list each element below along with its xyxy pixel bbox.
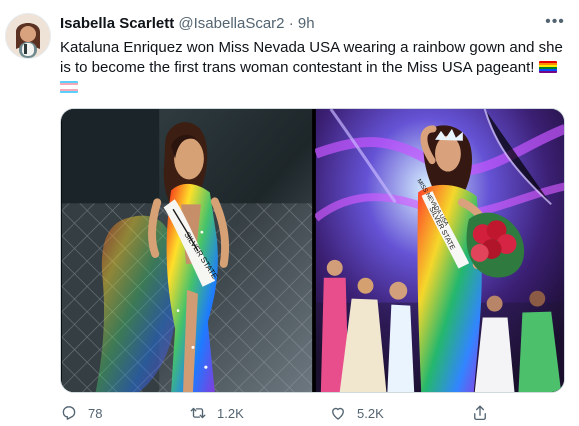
retweet-button[interactable]: 1.2K [189,404,244,422]
heart-icon [332,407,344,420]
right-photo[interactable]: SILVER STATE MISS NEVADA USA [315,109,565,392]
separator: · [288,15,294,32]
ellipsis-icon: ••• [545,13,565,30]
author-name[interactable]: Isabella Scarlett [60,15,174,32]
retweet-icon [190,407,206,419]
share-icon [474,405,486,421]
like-count: 5.2K [357,405,384,421]
tweet-header: Isabella Scarlett @IsabellaScar2 · 9h [60,15,565,35]
transgender-flag-icon [60,81,78,93]
share-button[interactable] [471,404,489,422]
left-photo[interactable]: SILVER STATE [61,109,313,392]
avatar[interactable] [5,13,51,59]
reply-button[interactable]: 78 [60,404,102,422]
reply-icon [62,406,76,420]
timestamp[interactable]: 9h [298,15,315,32]
rainbow-flag-icon [538,61,557,73]
like-button[interactable]: 5.2K [329,404,384,422]
tweet-text: Kataluna Enriquez won Miss Nevada USA we… [60,38,565,98]
media-grid[interactable]: SILVER STATE SILVER STATE MISS NEVADA US… [60,108,565,393]
author-handle[interactable]: @IsabellaScar2 [178,15,284,32]
tweet-body: Kataluna Enriquez won Miss Nevada USA we… [60,39,563,76]
retweet-count: 1.2K [217,405,244,421]
more-options-button[interactable]: ••• [545,13,565,30]
tweet-actions: 78 1.2K 5.2K [60,404,530,426]
tweet-card[interactable]: Isabella Scarlett @IsabellaScar2 · 9h ••… [0,0,579,426]
avatar-image [6,14,50,58]
reply-count: 78 [88,405,103,421]
